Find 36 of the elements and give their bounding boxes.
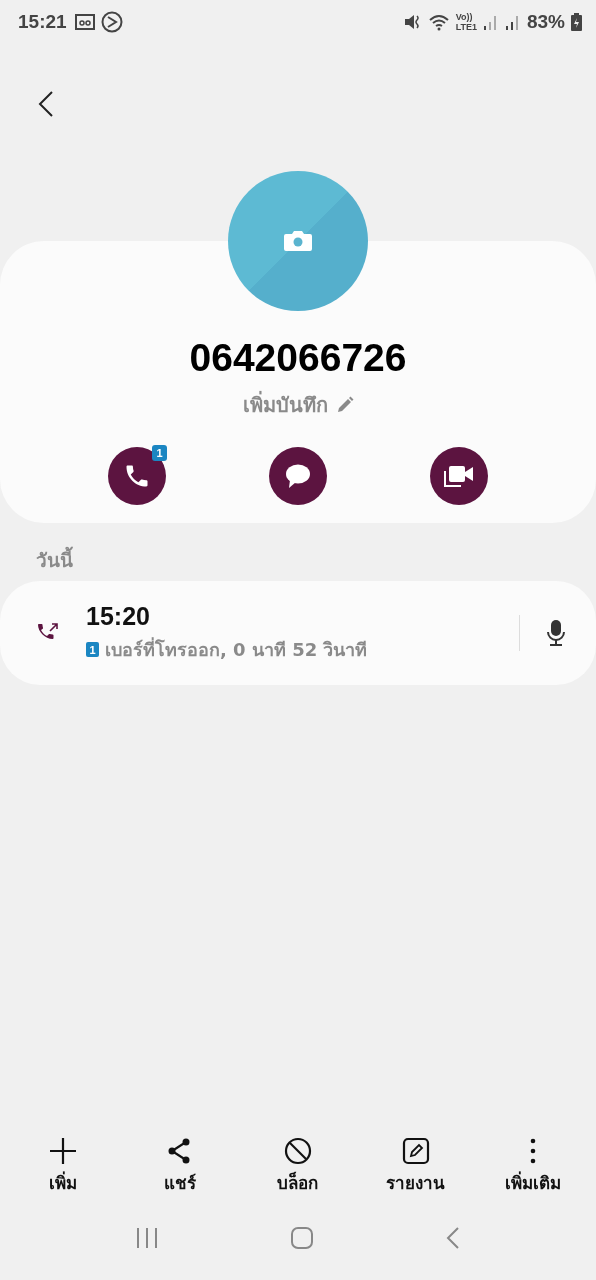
sim-badge: 1 bbox=[86, 642, 99, 657]
camera-icon bbox=[283, 230, 313, 252]
call-time: 15:20 bbox=[86, 602, 151, 631]
call-button[interactable] bbox=[108, 447, 166, 505]
microphone-icon[interactable] bbox=[546, 619, 566, 647]
recent-apps-button[interactable] bbox=[135, 1226, 160, 1250]
wifi-icon bbox=[427, 13, 450, 31]
home-button[interactable] bbox=[290, 1226, 314, 1250]
network-label: LTE1 bbox=[455, 22, 477, 32]
signal-icon bbox=[482, 13, 499, 31]
block-icon bbox=[284, 1137, 312, 1165]
add-button[interactable]: เพิ่ม bbox=[7, 1137, 118, 1196]
cassette-icon bbox=[74, 14, 95, 30]
battery-charging-icon bbox=[571, 13, 582, 31]
message-button[interactable] bbox=[269, 447, 327, 505]
phone-number: 0642066726 bbox=[189, 335, 407, 381]
mute-icon bbox=[403, 13, 422, 31]
more-button[interactable]: เพิ่มเติม bbox=[478, 1137, 589, 1196]
sim-badge: 1 bbox=[152, 445, 167, 461]
block-button[interactable]: บล็อก bbox=[243, 1137, 353, 1196]
section-header: วันนี้ bbox=[0, 543, 596, 577]
signal-icon bbox=[504, 13, 521, 31]
pencil-square-icon bbox=[401, 1137, 430, 1165]
call-log-item[interactable]: 15:20 1 เบอร์ที่โทรออก, 0 นาที 52 วินาที bbox=[0, 581, 596, 685]
share-button[interactable]: แชร์ bbox=[125, 1137, 236, 1196]
plus-icon bbox=[48, 1137, 77, 1165]
report-button[interactable]: รายงาน bbox=[360, 1137, 471, 1196]
play-circle-icon bbox=[100, 11, 123, 33]
pencil-icon bbox=[335, 396, 354, 414]
volte-label: Vo)) bbox=[455, 12, 474, 22]
call-details: เบอร์ที่โทรออก, 0 นาที 52 วินาที bbox=[105, 636, 368, 662]
video-call-button[interactable] bbox=[430, 447, 488, 505]
back-button[interactable] bbox=[38, 90, 54, 118]
video-camera-icon bbox=[443, 463, 475, 489]
clock: 15:21 bbox=[18, 11, 67, 33]
battery-percent: 83% bbox=[526, 11, 565, 33]
